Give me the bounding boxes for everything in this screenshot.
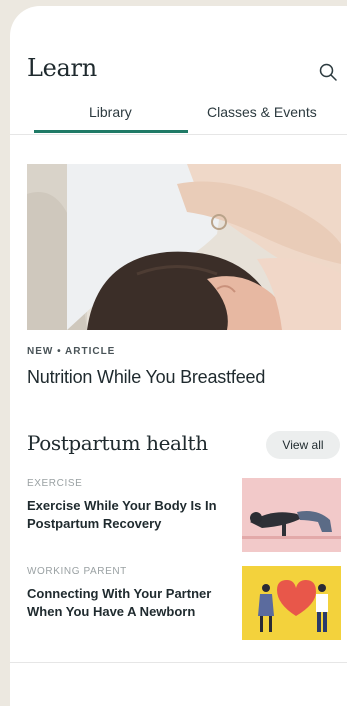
item-category: WORKING PARENT (27, 566, 127, 577)
bottom-divider (10, 662, 347, 663)
tab-library[interactable]: Library (89, 104, 132, 120)
list-item[interactable]: EXERCISE Exercise While Your Body Is In … (27, 478, 341, 554)
search-icon (319, 63, 337, 81)
tab-classes-events[interactable]: Classes & Events (207, 104, 317, 120)
featured-article-title[interactable]: Nutrition While You Breastfeed (27, 367, 265, 388)
partner-thumbnail (242, 566, 341, 640)
search-button[interactable] (317, 61, 339, 83)
item-title: Exercise While Your Body Is In Postpartu… (27, 498, 217, 531)
featured-article-image[interactable] (27, 164, 341, 330)
item-category: EXERCISE (27, 478, 83, 489)
view-all-button[interactable]: View all (266, 431, 340, 459)
active-tab-indicator (34, 130, 188, 133)
featured-eyebrow: NEW • ARTICLE (27, 346, 116, 357)
list-item[interactable]: WORKING PARENT Connecting With Your Part… (27, 566, 341, 642)
section-title: Postpartum health (27, 431, 208, 455)
page-title: Learn (27, 54, 97, 82)
item-title: Connecting With Your Partner When You Ha… (27, 586, 212, 619)
exercise-thumbnail (242, 478, 341, 552)
app-screen: Learn Library Classes & Events NEW • ART… (10, 6, 347, 706)
header: Learn Library Classes & Events (10, 6, 347, 135)
